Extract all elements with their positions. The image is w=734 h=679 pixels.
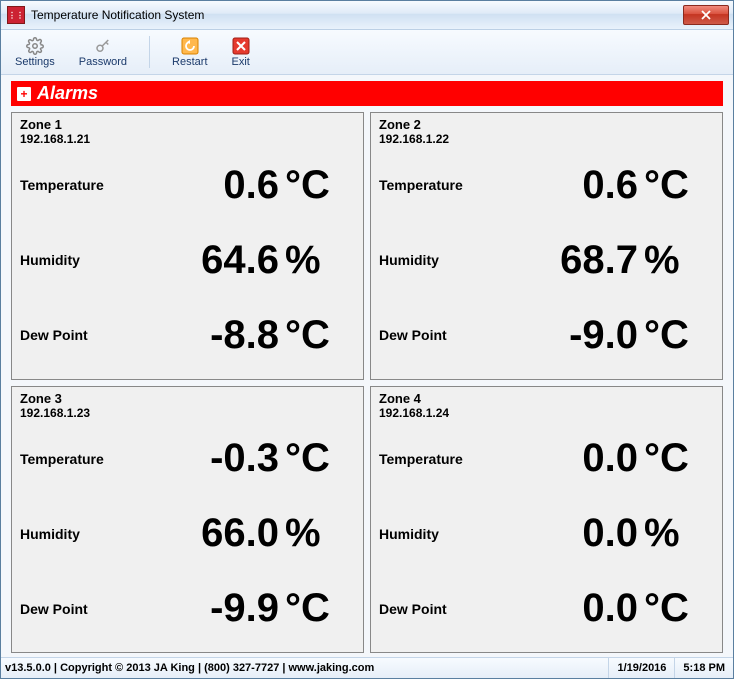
zone-ip: 192.168.1.21 xyxy=(20,132,355,146)
humidity-unit: % xyxy=(285,238,355,283)
dewpoint-unit: °C xyxy=(644,586,714,631)
alarms-label: Alarms xyxy=(37,83,98,104)
temperature-row: Temperature -0.3 °C xyxy=(20,436,355,481)
dewpoint-value: 0.0 xyxy=(469,586,644,631)
app-window: ⋮⋮ Temperature Notification System Setti… xyxy=(0,0,734,679)
dewpoint-label: Dew Point xyxy=(20,601,110,617)
zone-readings: Temperature 0.6 °C Humidity 64.6 % Dew P… xyxy=(20,148,355,373)
temperature-label: Temperature xyxy=(20,177,110,193)
temperature-row: Temperature 0.0 °C xyxy=(379,436,714,481)
temperature-value: 0.6 xyxy=(469,163,644,208)
temperature-label: Temperature xyxy=(379,451,469,467)
zone-title: Zone 4 xyxy=(379,391,714,406)
humidity-row: Humidity 0.0 % xyxy=(379,511,714,556)
humidity-label: Humidity xyxy=(379,252,469,268)
humidity-unit: % xyxy=(644,238,714,283)
restart-icon xyxy=(181,37,199,55)
status-time: 5:18 PM xyxy=(674,658,733,678)
password-button[interactable]: Password xyxy=(73,35,133,70)
settings-label: Settings xyxy=(15,56,55,68)
zone-panel-1: Zone 1 192.168.1.21 Temperature 0.6 °C H… xyxy=(11,112,364,380)
temperature-row: Temperature 0.6 °C xyxy=(379,163,714,208)
zone-panel-4: Zone 4 192.168.1.24 Temperature 0.0 °C H… xyxy=(370,386,723,654)
zone-panel-3: Zone 3 192.168.1.23 Temperature -0.3 °C … xyxy=(11,386,364,654)
humidity-unit: % xyxy=(644,511,714,556)
dewpoint-value: -9.9 xyxy=(110,586,285,631)
expand-icon[interactable]: + xyxy=(17,87,31,101)
close-icon xyxy=(701,10,711,20)
window-title: Temperature Notification System xyxy=(31,8,683,22)
dewpoint-value: -9.0 xyxy=(469,313,644,358)
close-button[interactable] xyxy=(683,5,729,25)
zone-ip: 192.168.1.23 xyxy=(20,406,355,420)
temperature-unit: °C xyxy=(285,163,355,208)
dewpoint-unit: °C xyxy=(644,313,714,358)
humidity-value: 68.7 xyxy=(469,238,644,283)
password-label: Password xyxy=(79,56,127,68)
temperature-unit: °C xyxy=(285,436,355,481)
zone-readings: Temperature 0.0 °C Humidity 0.0 % Dew Po… xyxy=(379,422,714,647)
temperature-row: Temperature 0.6 °C xyxy=(20,163,355,208)
titlebar: ⋮⋮ Temperature Notification System xyxy=(1,1,733,30)
settings-button[interactable]: Settings xyxy=(9,35,61,70)
humidity-unit: % xyxy=(285,511,355,556)
dewpoint-row: Dew Point -8.8 °C xyxy=(20,313,355,358)
humidity-row: Humidity 66.0 % xyxy=(20,511,355,556)
dewpoint-row: Dew Point -9.9 °C xyxy=(20,586,355,631)
dewpoint-label: Dew Point xyxy=(379,327,469,343)
toolbar: Settings Password Restart Exit xyxy=(1,30,733,75)
toolbar-separator xyxy=(149,36,150,68)
zone-ip: 192.168.1.24 xyxy=(379,406,714,420)
restart-button[interactable]: Restart xyxy=(166,35,213,70)
zone-panel-2: Zone 2 192.168.1.22 Temperature 0.6 °C H… xyxy=(370,112,723,380)
status-bar: v13.5.0.0 | Copyright © 2013 JA King | (… xyxy=(1,657,733,678)
humidity-row: Humidity 64.6 % xyxy=(20,238,355,283)
temperature-value: 0.0 xyxy=(469,436,644,481)
dewpoint-unit: °C xyxy=(285,313,355,358)
dewpoint-label: Dew Point xyxy=(379,601,469,617)
content-area: + Alarms Zone 1 192.168.1.21 Temperature… xyxy=(1,75,733,657)
humidity-label: Humidity xyxy=(20,252,110,268)
dewpoint-label: Dew Point xyxy=(20,327,110,343)
status-date: 1/19/2016 xyxy=(608,658,674,678)
humidity-value: 66.0 xyxy=(110,511,285,556)
humidity-value: 0.0 xyxy=(469,511,644,556)
temperature-unit: °C xyxy=(644,163,714,208)
humidity-value: 64.6 xyxy=(110,238,285,283)
dewpoint-value: -8.8 xyxy=(110,313,285,358)
humidity-label: Humidity xyxy=(379,526,469,542)
zone-title: Zone 1 xyxy=(20,117,355,132)
gear-icon xyxy=(26,37,44,55)
temperature-label: Temperature xyxy=(379,177,469,193)
zone-title: Zone 3 xyxy=(20,391,355,406)
dewpoint-row: Dew Point 0.0 °C xyxy=(379,586,714,631)
temperature-value: 0.6 xyxy=(110,163,285,208)
dewpoint-row: Dew Point -9.0 °C xyxy=(379,313,714,358)
humidity-row: Humidity 68.7 % xyxy=(379,238,714,283)
temperature-label: Temperature xyxy=(20,451,110,467)
zones-grid: Zone 1 192.168.1.21 Temperature 0.6 °C H… xyxy=(11,112,723,653)
zone-readings: Temperature 0.6 °C Humidity 68.7 % Dew P… xyxy=(379,148,714,373)
status-left: v13.5.0.0 | Copyright © 2013 JA King | (… xyxy=(1,662,608,674)
zone-title: Zone 2 xyxy=(379,117,714,132)
exit-button[interactable]: Exit xyxy=(226,35,256,70)
restart-label: Restart xyxy=(172,56,207,68)
temperature-unit: °C xyxy=(644,436,714,481)
zone-ip: 192.168.1.22 xyxy=(379,132,714,146)
zone-readings: Temperature -0.3 °C Humidity 66.0 % Dew … xyxy=(20,422,355,647)
alarms-bar[interactable]: + Alarms xyxy=(11,81,723,106)
temperature-value: -0.3 xyxy=(110,436,285,481)
exit-label: Exit xyxy=(232,56,250,68)
app-icon: ⋮⋮ xyxy=(7,6,25,24)
exit-icon xyxy=(232,37,250,55)
dewpoint-unit: °C xyxy=(285,586,355,631)
humidity-label: Humidity xyxy=(20,526,110,542)
key-icon xyxy=(94,37,112,55)
